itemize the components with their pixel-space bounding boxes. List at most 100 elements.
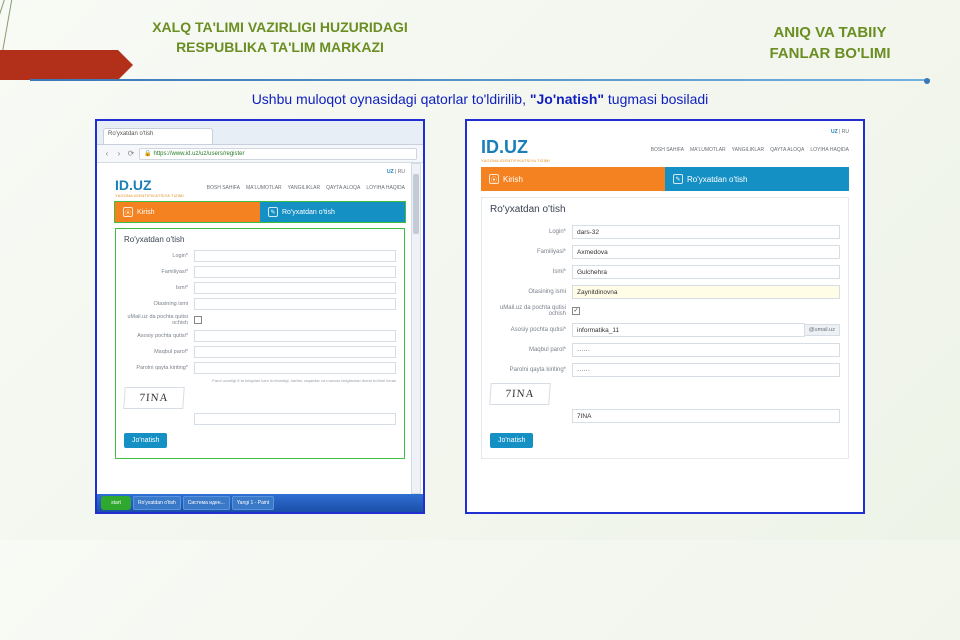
subtitle-part3: tugmasi bosiladi	[608, 91, 708, 107]
browser-tab[interactable]: Ro'yxatdan o'tish	[103, 128, 213, 144]
header-left-line2: RESPUBLIKA TA'LIM MARKAZI	[120, 38, 440, 58]
tab-login[interactable]: ⦿ Kirish	[115, 202, 260, 222]
login-field[interactable]	[194, 250, 396, 262]
captcha-input[interactable]	[194, 413, 396, 425]
captcha-input[interactable]: 7INA	[572, 409, 840, 423]
label-ismi: Ismi*	[124, 285, 194, 291]
back-icon[interactable]: ‹	[103, 150, 111, 158]
nav-item[interactable]: BOSH SAHIFA	[207, 185, 240, 191]
start-button[interactable]: start	[101, 496, 131, 510]
page-content-a: UZ | RU ID.UZYAGONA IDENTIFIKATSIYA TIZI…	[97, 163, 423, 465]
familiya-field[interactable]	[194, 266, 396, 278]
lock-icon: 🔒	[144, 150, 151, 157]
parol2-field[interactable]	[194, 362, 396, 374]
header-left-line1: XALQ TA'LIMI VAZIRLIGI HUZURIDAGI	[120, 18, 440, 38]
taskbar-item[interactable]: Yangi 1 - Paint	[232, 496, 274, 510]
accent-bar	[0, 50, 118, 80]
asosiy-field[interactable]: informatika_11	[572, 323, 805, 337]
captcha-image: 7INA	[123, 387, 185, 409]
nav-item[interactable]: LOYIHA HAQIDA	[366, 185, 405, 191]
nav-item[interactable]: LOYIHA HAQIDA	[810, 147, 849, 153]
email-suffix: @umail.uz	[805, 324, 840, 336]
label-parol2: Parolni qayta kiriting*	[490, 367, 572, 373]
submit-button[interactable]: Jo'natish	[490, 433, 533, 448]
browser-tabstrip: Ro'yxatdan o'tish	[97, 121, 423, 145]
nav-item[interactable]: BOSH SAHIFA	[651, 147, 684, 153]
browser-tab-title: Ro'yxatdan o'tish	[108, 131, 153, 137]
nav-item[interactable]: QAYTA ALOQA	[770, 147, 804, 153]
register-panel: Ro'yxatdan o'tish Login*dars-32 Familiya…	[481, 197, 849, 459]
browser-toolbar: ‹ › ⟳ 🔒 https://www.id.uz/uz/users/regis…	[97, 145, 423, 163]
parol2-field[interactable]: ······	[572, 363, 840, 377]
header-right-line1: ANIQ VA TABIIY	[750, 22, 910, 43]
label-umail: uMail.uz da pochta qutisi ochish	[124, 314, 194, 326]
label-familiya: Familiyasi*	[124, 269, 194, 275]
site-logo[interactable]: ID.UZYAGONA IDENTIFIKATSIYA TIZIMI	[481, 137, 550, 163]
nav-item[interactable]: QAYTA ALOQA	[326, 185, 360, 191]
label-familiya: Familiyasi*	[490, 249, 572, 255]
header-left: XALQ TA'LIMI VAZIRLIGI HUZURIDAGI RESPUB…	[120, 18, 440, 57]
lang-switch[interactable]: UZ | RU	[481, 129, 849, 135]
nav-item[interactable]: MA'LUMOTLAR	[690, 147, 726, 153]
scrollbar-thumb[interactable]	[413, 174, 419, 234]
ismi-field[interactable]: Gulchehra	[572, 265, 840, 279]
password-hint: Parol uzunligi 8 ta belgidan kam bo'lmas…	[124, 378, 396, 383]
label-asosiy: Asosiy pochta qutisi*	[490, 327, 572, 333]
forward-icon[interactable]: ›	[115, 150, 123, 158]
header-divider	[30, 79, 930, 81]
umail-checkbox[interactable]: ✓	[572, 307, 580, 315]
screenshot-filled-form: UZ | RU ID.UZYAGONA IDENTIFIKATSIYA TIZI…	[465, 119, 865, 514]
lang-switch[interactable]: UZ | RU	[115, 169, 405, 175]
windows-taskbar: start Ro'yxatdan o'tish Система иден... …	[97, 494, 423, 512]
submit-button[interactable]: Jo'natish	[124, 433, 167, 448]
otasi-field[interactable]	[194, 298, 396, 310]
label-asosiy: Asosiy pochta qutisi*	[124, 333, 194, 339]
taskbar-item[interactable]: Система иден...	[183, 496, 230, 510]
label-ismi: Ismi*	[490, 269, 572, 275]
lock-open-icon: ⦿	[489, 174, 499, 184]
taskbar-item[interactable]: Ro'yxatdan o'tish	[133, 496, 181, 510]
subtitle-part2: "Jo'natish"	[530, 91, 604, 107]
tab-login[interactable]: ⦿ Kirish	[481, 167, 665, 191]
nav-item[interactable]: YANGILIKLAR	[732, 147, 764, 153]
top-nav: BOSH SAHIFA MA'LUMOTLAR YANGILIKLAR QAYT…	[651, 147, 849, 153]
form-title: Ro'yxatdan o'tish	[124, 235, 396, 244]
page-content-b: UZ | RU ID.UZYAGONA IDENTIFIKATSIYA TIZI…	[467, 121, 863, 467]
slide-header: XALQ TA'LIMI VAZIRLIGI HUZURIDAGI RESPUB…	[0, 0, 960, 67]
reload-icon[interactable]: ⟳	[127, 150, 135, 158]
tab-register[interactable]: ✎ Ro'yxatdan o'tish	[260, 202, 405, 222]
label-otasi: Otasining ismi	[490, 289, 572, 295]
slide-subtitle: Ushbu muloqot oynasidagi qatorlar to'ldi…	[0, 91, 960, 107]
label-parol2: Parolni qayta kiriting*	[124, 365, 194, 371]
subtitle-part1: Ushbu muloqot oynasidagi qatorlar to'ldi…	[252, 91, 530, 107]
nav-item[interactable]: MA'LUMOTLAR	[246, 185, 282, 191]
screenshot-empty-form: Ro'yxatdan o'tish ‹ › ⟳ 🔒 https://www.id…	[95, 119, 425, 514]
otasi-field[interactable]: Zaynitdinovna	[572, 285, 840, 299]
familiya-field[interactable]: Axmedova	[572, 245, 840, 259]
asosiy-field[interactable]	[194, 330, 396, 342]
tab-register[interactable]: ✎ Ro'yxatdan o'tish	[665, 167, 849, 191]
nav-item[interactable]: YANGILIKLAR	[288, 185, 320, 191]
label-umail: uMail.uz da pochta qutisi ochish	[490, 305, 572, 317]
label-parol: Maqbul parol*	[490, 347, 572, 353]
header-right: ANIQ VA TABIIY FANLAR BO'LIMI	[750, 22, 910, 64]
pencil-icon: ✎	[673, 174, 683, 184]
url-text: https://www.id.uz/uz/users/register	[153, 151, 244, 157]
label-parol: Maqbul parol*	[124, 349, 194, 355]
parol-field[interactable]: ······	[572, 343, 840, 357]
vertical-scrollbar[interactable]	[411, 163, 421, 494]
captcha-image: 7INA	[489, 383, 551, 405]
address-bar[interactable]: 🔒 https://www.id.uz/uz/users/register	[139, 148, 417, 160]
top-nav: BOSH SAHIFA MA'LUMOTLAR YANGILIKLAR QAYT…	[207, 185, 405, 191]
form-title: Ro'yxatdan o'tish	[490, 204, 840, 215]
label-login: Login*	[490, 229, 572, 235]
parol-field[interactable]	[194, 346, 396, 358]
umail-checkbox[interactable]	[194, 316, 202, 324]
label-otasi: Otasining ismi	[124, 301, 194, 307]
site-logo[interactable]: ID.UZYAGONA IDENTIFIKATSIYA TIZIMI	[115, 177, 184, 198]
pencil-icon: ✎	[268, 207, 278, 217]
header-right-line2: FANLAR BO'LIMI	[750, 43, 910, 64]
ismi-field[interactable]	[194, 282, 396, 294]
login-field[interactable]: dars-32	[572, 225, 840, 239]
lock-open-icon: ⦿	[123, 207, 133, 217]
